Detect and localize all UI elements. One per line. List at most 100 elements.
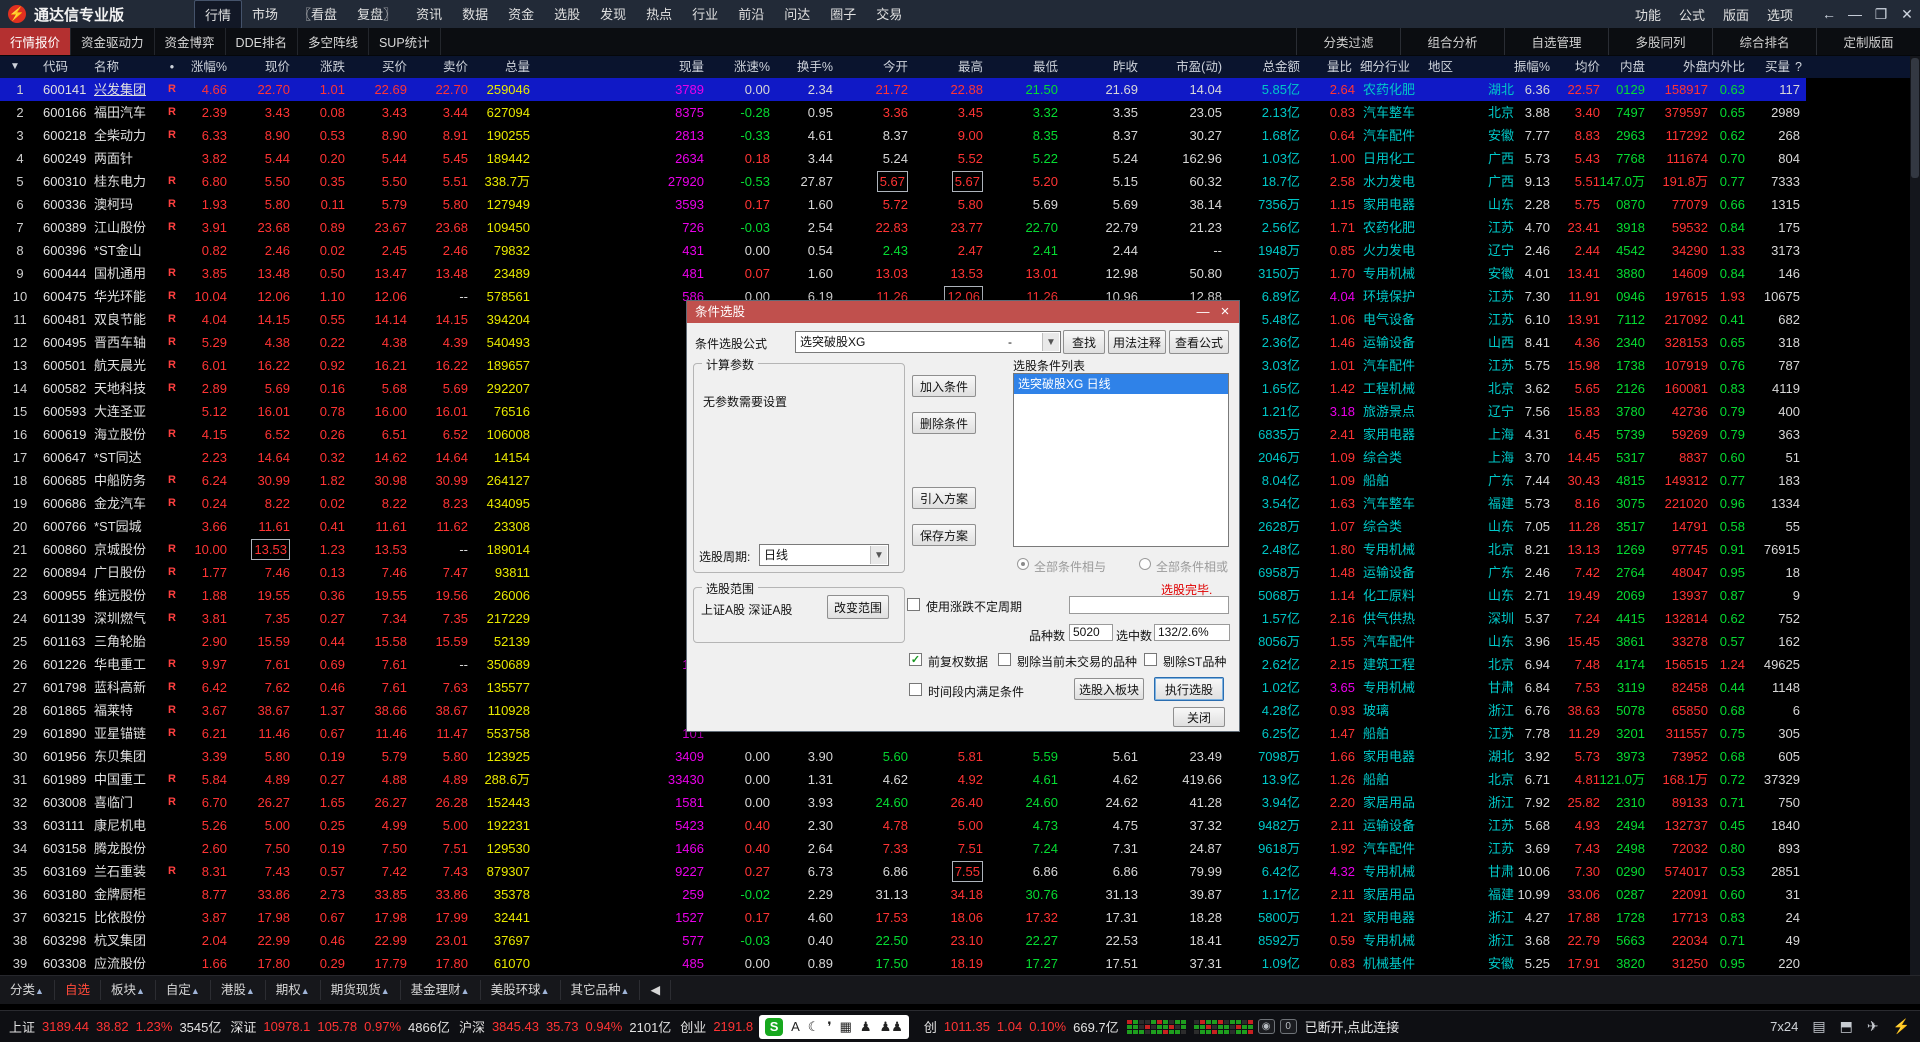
period-combobox[interactable]: 日线 ▼: [759, 544, 889, 566]
tab-scroll-left-icon[interactable]: ◀: [640, 980, 672, 1000]
menu-item-3[interactable]: 复盘〗: [347, 0, 406, 29]
menu-item-4[interactable]: 资讯: [406, 0, 452, 29]
toolbar-link-5[interactable]: 定制版面: [1816, 28, 1920, 55]
chevron-down-icon[interactable]: ▼: [1042, 333, 1059, 351]
table-row[interactable]: 3 600218 全柴动力 R 6.33 8.90 0.53 8.90 8.91 190255 28…: [0, 124, 1920, 147]
dialog-close-icon[interactable]: ×: [1213, 301, 1237, 323]
toolbar-tab-2[interactable]: 资金博弈: [155, 28, 226, 55]
minimize-icon[interactable]: —: [1842, 2, 1868, 26]
dialog-close-button[interactable]: 关闭: [1173, 707, 1225, 727]
scrollbar-thumb[interactable]: [1911, 58, 1919, 178]
table-row[interactable]: 35 603169 兰石重装 R 8.31 7.43 0.57 7.42 7.43 879307 9…: [0, 860, 1920, 883]
index-quote-1[interactable]: 深证 10978.1 105.78 0.97% 4866亿: [230, 1017, 450, 1036]
selected-count-input[interactable]: 132/2.6%: [1154, 624, 1230, 641]
table-row[interactable]: 2 600166 福田汽车 R 2.39 3.43 0.08 3.43 3.44 627094 83…: [0, 101, 1920, 124]
restore-icon[interactable]: ❐: [1868, 2, 1894, 27]
toolbar-link-4[interactable]: 综合排名: [1712, 28, 1816, 55]
market-tab-2[interactable]: 板块▲: [101, 980, 156, 1000]
power-icon[interactable]: ⚡: [1893, 1018, 1910, 1035]
column-header-18[interactable]: 量比: [1222, 56, 1352, 78]
function-menu-item-3[interactable]: 选项: [1758, 1, 1802, 28]
formula-combobox[interactable]: 选突破股XG - ▼: [795, 331, 1061, 353]
table-row[interactable]: 37 603215 比依股份 3.87 17.98 0.67 17.98 17.99 32441…: [0, 906, 1920, 929]
index-quote-chuang[interactable]: 创 1011.35 1.04 0.10% 669.7亿: [924, 1017, 1119, 1036]
market-tab-5[interactable]: 期权▲: [266, 980, 321, 1000]
menu-item-0[interactable]: 行情: [194, 0, 243, 29]
column-header-8[interactable]: 总量: [400, 56, 530, 78]
radio-all-and[interactable]: [1017, 558, 1029, 570]
dialog-title-bar[interactable]: 条件选股: [687, 301, 1239, 323]
menu-item-2[interactable]: 〖看盘: [288, 0, 347, 29]
table-row[interactable]: 4 600249 两面针 3.82 5.44 0.20 5.44 5.45 189442 2634…: [0, 147, 1920, 170]
column-header-26[interactable]: 买量: [1660, 56, 1790, 78]
table-row[interactable]: 6 600336 澳柯玛 R 1.93 5.80 0.11 5.79 5.80 127949 359…: [0, 193, 1920, 216]
table-row[interactable]: 36 603180 金牌厨柜 8.77 33.86 2.73 33.85 33.86 35378…: [0, 883, 1920, 906]
menu-item-13[interactable]: 圈子: [820, 0, 866, 29]
function-menu-item-0[interactable]: 功能: [1626, 1, 1670, 28]
menu-item-6[interactable]: 资金: [498, 0, 544, 29]
menu-item-5[interactable]: 数据: [452, 0, 498, 29]
index-quote-0[interactable]: 上证 3189.44 38.82 1.23% 3545亿: [9, 1017, 221, 1036]
menu-item-1[interactable]: 市场: [242, 0, 288, 29]
function-menu-item-1[interactable]: 公式: [1670, 1, 1714, 28]
table-row[interactable]: 7 600389 江山股份 R 3.91 23.68 0.89 23.67 23.68 10945…: [0, 216, 1920, 239]
import-scheme-button[interactable]: 引入方案: [912, 487, 976, 509]
table-row[interactable]: 34 603158 腾龙股份 2.60 7.50 0.19 7.50 7.51 129530 14…: [0, 837, 1920, 860]
monitor-icon[interactable]: ⬒: [1840, 1018, 1853, 1035]
close-icon[interactable]: ✕: [1894, 2, 1920, 27]
toolbar-tab-3[interactable]: DDE排名: [226, 28, 298, 55]
add-condition-button[interactable]: 加入条件: [912, 375, 976, 397]
s-logo-icon[interactable]: S: [765, 1017, 784, 1036]
usage-notes-button[interactable]: 用法注释: [1108, 330, 1166, 354]
to-block-button[interactable]: 选股入板块: [1074, 678, 1144, 700]
chevron-down-icon[interactable]: ▼: [870, 546, 887, 564]
checkbox-time-range[interactable]: [909, 683, 922, 696]
count-input[interactable]: 5020: [1069, 624, 1113, 641]
market-tab-6[interactable]: 期货现货▲: [321, 980, 401, 1000]
checkbox-updown-period[interactable]: [907, 598, 920, 611]
market-tab-0[interactable]: 分类▲: [0, 980, 55, 1000]
toolbar-tab-4[interactable]: 多空阵线: [298, 28, 369, 55]
market-tab-1[interactable]: 自选: [55, 980, 101, 1000]
updown-period-input[interactable]: [1069, 596, 1229, 614]
market-tab-3[interactable]: 自定▲: [156, 980, 211, 1000]
filter-icon[interactable]: ▼: [10, 56, 20, 78]
menu-item-11[interactable]: 前沿: [728, 0, 774, 29]
menu-item-10[interactable]: 行业: [682, 0, 728, 29]
toolbar-link-3[interactable]: 多股同列: [1608, 28, 1712, 55]
condition-list-item[interactable]: 选突破股XG 日线: [1014, 374, 1228, 394]
connection-status-link[interactable]: 已断开,点此连接: [1305, 1017, 1400, 1036]
back-icon[interactable]: ←: [1816, 2, 1842, 26]
toolbar-tab-5[interactable]: SUP统计: [369, 28, 441, 55]
checkbox-exclude-untraded[interactable]: [998, 653, 1011, 666]
market-tab-7[interactable]: 基金理财▲: [401, 980, 481, 1000]
toolbar-link-1[interactable]: 组合分析: [1400, 28, 1504, 55]
market-tab-8[interactable]: 美股环球▲: [481, 980, 561, 1000]
toolbar-tab-0[interactable]: 行情报价: [0, 28, 72, 55]
user-icon[interactable]: ♟: [860, 1019, 872, 1035]
condition-listbox[interactable]: 选突破股XG 日线: [1013, 373, 1229, 547]
zero-badge[interactable]: 0: [1279, 1019, 1297, 1034]
remove-condition-button[interactable]: 删除条件: [912, 412, 976, 434]
table-row[interactable]: 9 600444 国机通用 R 3.85 13.48 0.50 13.47 13.48 23489…: [0, 262, 1920, 285]
table-row[interactable]: 30 601956 东贝集团 3.39 5.80 0.19 5.79 5.80 123925 34…: [0, 745, 1920, 768]
replay-badge[interactable]: ◉: [1257, 1019, 1275, 1034]
menu-item-9[interactable]: 热点: [636, 0, 682, 29]
radio-all-or[interactable]: [1139, 558, 1151, 570]
font-icon[interactable]: A: [791, 1019, 800, 1034]
toolbar-link-0[interactable]: 分类过滤: [1296, 28, 1400, 55]
table-row[interactable]: 38 603298 杭叉集团 2.04 22.99 0.46 22.99 23.01 37697…: [0, 929, 1920, 952]
menu-item-14[interactable]: 交易: [866, 0, 912, 29]
function-menu-item-2[interactable]: 版面: [1714, 1, 1758, 28]
table-row[interactable]: 8 600396 *ST金山 0.82 2.46 0.02 2.45 2.46 79832 431…: [0, 239, 1920, 262]
table-row[interactable]: 39 603308 应流股份 1.66 17.80 0.29 17.79 17.80 61070…: [0, 952, 1920, 975]
index-quote-3[interactable]: 创业 2191.8: [680, 1017, 753, 1036]
keyboard-icon[interactable]: ▦: [840, 1019, 852, 1035]
table-row[interactable]: 1 600141 兴发集团 R 4.66 22.70 1.01 22.69 22.70 25904…: [0, 78, 1920, 101]
market-tab-9[interactable]: 其它品种▲: [561, 980, 641, 1000]
rocket-icon[interactable]: ✈: [1867, 1018, 1879, 1035]
menu-item-8[interactable]: 发现: [590, 0, 636, 29]
checkbox-forward-adjusted[interactable]: ✓: [909, 653, 922, 666]
users-icon[interactable]: ♟♟: [880, 1019, 903, 1035]
table-row[interactable]: 33 603111 康尼机电 5.26 5.00 0.25 4.99 5.00 192231 54…: [0, 814, 1920, 837]
